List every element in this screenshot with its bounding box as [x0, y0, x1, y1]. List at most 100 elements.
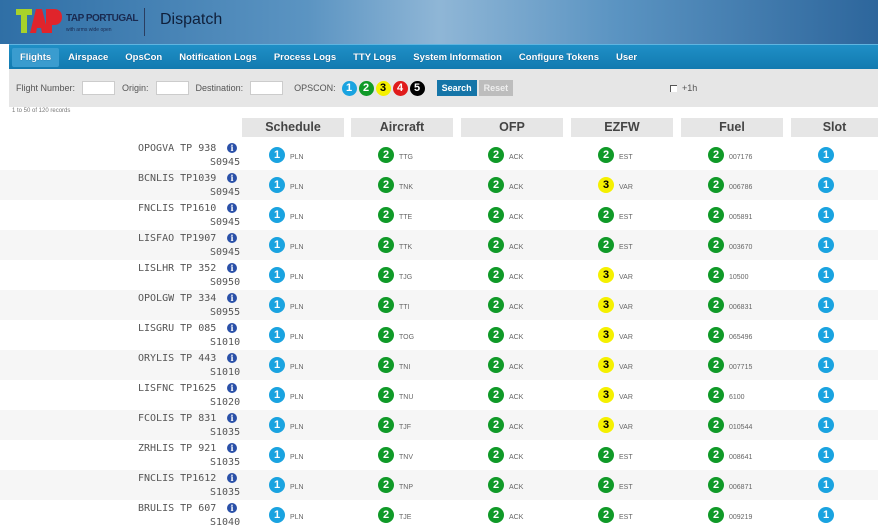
table-row[interactable]: OPOLGW TP 334 S0955 i 1 PLN 2 TTI 2 ACK 3 VAR 2 006… [0, 290, 878, 320]
flight-cell[interactable]: ORYLIS TP 443 S1010 [138, 352, 240, 380]
aircraft-cell[interactable]: 2 TJG [378, 267, 412, 283]
fuel-cell[interactable]: 2 065496 [708, 327, 752, 343]
schedule-cell[interactable]: 1 PLN [269, 297, 304, 313]
slot-cell[interactable]: 1 [818, 357, 834, 373]
fuel-cell[interactable]: 2 6100 [708, 387, 745, 403]
opscon-4-button[interactable]: 4 [392, 80, 408, 96]
column-header-ofp[interactable]: OFP [461, 118, 563, 137]
fuel-cell[interactable]: 2 008641 [708, 447, 752, 463]
aircraft-cell[interactable]: 2 TTI [378, 297, 410, 313]
schedule-cell[interactable]: 1 PLN [269, 357, 304, 373]
schedule-cell[interactable]: 1 PLN [269, 447, 304, 463]
nav-configure-tokens[interactable]: Configure Tokens [511, 48, 607, 67]
schedule-cell[interactable]: 1 PLN [269, 327, 304, 343]
column-header-ezfw[interactable]: EZFW [571, 118, 673, 137]
table-row[interactable]: ZRHLIS TP 921 S1035 i 1 PLN 2 TNV 2 ACK 2 EST 2 008… [0, 440, 878, 470]
ezfw-cell[interactable]: 2 EST [598, 447, 633, 463]
slot-cell[interactable]: 1 [818, 267, 834, 283]
ezfw-cell[interactable]: 3 VAR [598, 267, 633, 283]
table-row[interactable]: BCNLIS TP1039 S0945 i 1 PLN 2 TNK 2 ACK 3 VAR 2 006… [0, 170, 878, 200]
info-icon[interactable]: i [227, 203, 237, 213]
search-button[interactable]: Search [436, 80, 477, 96]
aircraft-cell[interactable]: 2 TNP [378, 477, 413, 493]
flight-cell[interactable]: FNCLIS TP1612 S1035 [138, 472, 240, 500]
table-row[interactable]: OPOGVA TP 938 S0945 i 1 PLN 2 TTG 2 ACK 2 EST 2 007… [0, 140, 878, 170]
column-header-aircraft[interactable]: Aircraft [351, 118, 453, 137]
aircraft-cell[interactable]: 2 TJE [378, 507, 411, 523]
nav-airspace[interactable]: Airspace [60, 48, 116, 67]
info-icon[interactable]: i [227, 353, 237, 363]
slot-cell[interactable]: 1 [818, 297, 834, 313]
opscon-3-button[interactable]: 3 [375, 80, 391, 96]
aircraft-cell[interactable]: 2 TNK [378, 177, 413, 193]
schedule-cell[interactable]: 1 PLN [269, 417, 304, 433]
reset-button[interactable]: Reset [478, 80, 514, 96]
aircraft-cell[interactable]: 2 TNI [378, 357, 410, 373]
flight-cell[interactable]: FNCLIS TP1610 S0945 [138, 202, 240, 230]
ofp-cell[interactable]: 2 ACK [488, 207, 523, 223]
flight-cell[interactable]: OPOGVA TP 938 S0945 [138, 142, 240, 170]
ezfw-cell[interactable]: 3 VAR [598, 327, 633, 343]
plus1h-toggle[interactable]: +1h [670, 83, 697, 93]
slot-cell[interactable]: 1 [818, 477, 834, 493]
slot-cell[interactable]: 1 [818, 237, 834, 253]
info-icon[interactable]: i [227, 383, 237, 393]
aircraft-cell[interactable]: 2 TOG [378, 327, 414, 343]
column-header-schedule[interactable]: Schedule [242, 118, 344, 137]
flight-cell[interactable]: LISGRU TP 085 S1010 [138, 322, 240, 350]
ofp-cell[interactable]: 2 ACK [488, 327, 523, 343]
table-row[interactable]: FNCLIS TP1612 S1035 i 1 PLN 2 TNP 2 ACK 2 EST 2 006… [0, 470, 878, 500]
plus1h-checkbox[interactable] [670, 84, 677, 92]
info-icon[interactable]: i [227, 263, 237, 273]
slot-cell[interactable]: 1 [818, 327, 834, 343]
flight-cell[interactable]: LISLHR TP 352 S0950 [138, 262, 240, 290]
flight-number-input[interactable] [82, 81, 116, 95]
table-row[interactable]: FNCLIS TP1610 S0945 i 1 PLN 2 TTE 2 ACK 2 EST 2 005… [0, 200, 878, 230]
ofp-cell[interactable]: 2 ACK [488, 177, 523, 193]
ezfw-cell[interactable]: 2 EST [598, 237, 633, 253]
nav-process-logs[interactable]: Process Logs [266, 48, 344, 67]
fuel-cell[interactable]: 2 10500 [708, 267, 748, 283]
slot-cell[interactable]: 1 [818, 207, 834, 223]
flight-cell[interactable]: FCOLIS TP 831 S1035 [138, 412, 240, 440]
fuel-cell[interactable]: 2 010544 [708, 417, 752, 433]
flight-cell[interactable]: BCNLIS TP1039 S0945 [138, 172, 240, 200]
flight-cell[interactable]: ZRHLIS TP 921 S1035 [138, 442, 240, 470]
opscon-1-button[interactable]: 1 [341, 80, 357, 96]
table-row[interactable]: LISFNC TP1625 S1020 i 1 PLN 2 TNU 2 ACK 3 VAR 2 610… [0, 380, 878, 410]
table-row[interactable]: LISGRU TP 085 S1010 i 1 PLN 2 TOG 2 ACK 3 VAR 2 065… [0, 320, 878, 350]
aircraft-cell[interactable]: 2 TTG [378, 147, 413, 163]
table-row[interactable]: ORYLIS TP 443 S1010 i 1 PLN 2 TNI 2 ACK 3 VAR 2 007… [0, 350, 878, 380]
destination-input[interactable] [250, 81, 284, 95]
column-header-fuel[interactable]: Fuel [681, 118, 783, 137]
flight-cell[interactable]: OPOLGW TP 334 S0955 [138, 292, 240, 320]
aircraft-cell[interactable]: 2 TTK [378, 237, 412, 253]
ezfw-cell[interactable]: 2 EST [598, 207, 633, 223]
info-icon[interactable]: i [227, 473, 237, 483]
column-header-slot[interactable]: Slot [791, 118, 878, 137]
fuel-cell[interactable]: 2 005891 [708, 207, 752, 223]
info-icon[interactable]: i [227, 293, 237, 303]
ofp-cell[interactable]: 2 ACK [488, 477, 523, 493]
flight-cell[interactable]: LISFNC TP1625 S1020 [138, 382, 240, 410]
schedule-cell[interactable]: 1 PLN [269, 267, 304, 283]
slot-cell[interactable]: 1 [818, 147, 834, 163]
ezfw-cell[interactable]: 3 VAR [598, 417, 633, 433]
fuel-cell[interactable]: 2 007176 [708, 147, 752, 163]
opscon-2-button[interactable]: 2 [358, 80, 374, 96]
table-row[interactable]: LISFAO TP1907 S0945 i 1 PLN 2 TTK 2 ACK 2 EST 2 003… [0, 230, 878, 260]
aircraft-cell[interactable]: 2 TTE [378, 207, 412, 223]
slot-cell[interactable]: 1 [818, 177, 834, 193]
ofp-cell[interactable]: 2 ACK [488, 447, 523, 463]
info-icon[interactable]: i [227, 443, 237, 453]
ofp-cell[interactable]: 2 ACK [488, 297, 523, 313]
nav-notification-logs[interactable]: Notification Logs [171, 48, 265, 67]
schedule-cell[interactable]: 1 PLN [269, 507, 304, 523]
info-icon[interactable]: i [227, 233, 237, 243]
fuel-cell[interactable]: 2 007715 [708, 357, 752, 373]
ezfw-cell[interactable]: 2 EST [598, 507, 633, 523]
slot-cell[interactable]: 1 [818, 447, 834, 463]
ofp-cell[interactable]: 2 ACK [488, 267, 523, 283]
ezfw-cell[interactable]: 3 VAR [598, 387, 633, 403]
ofp-cell[interactable]: 2 ACK [488, 417, 523, 433]
